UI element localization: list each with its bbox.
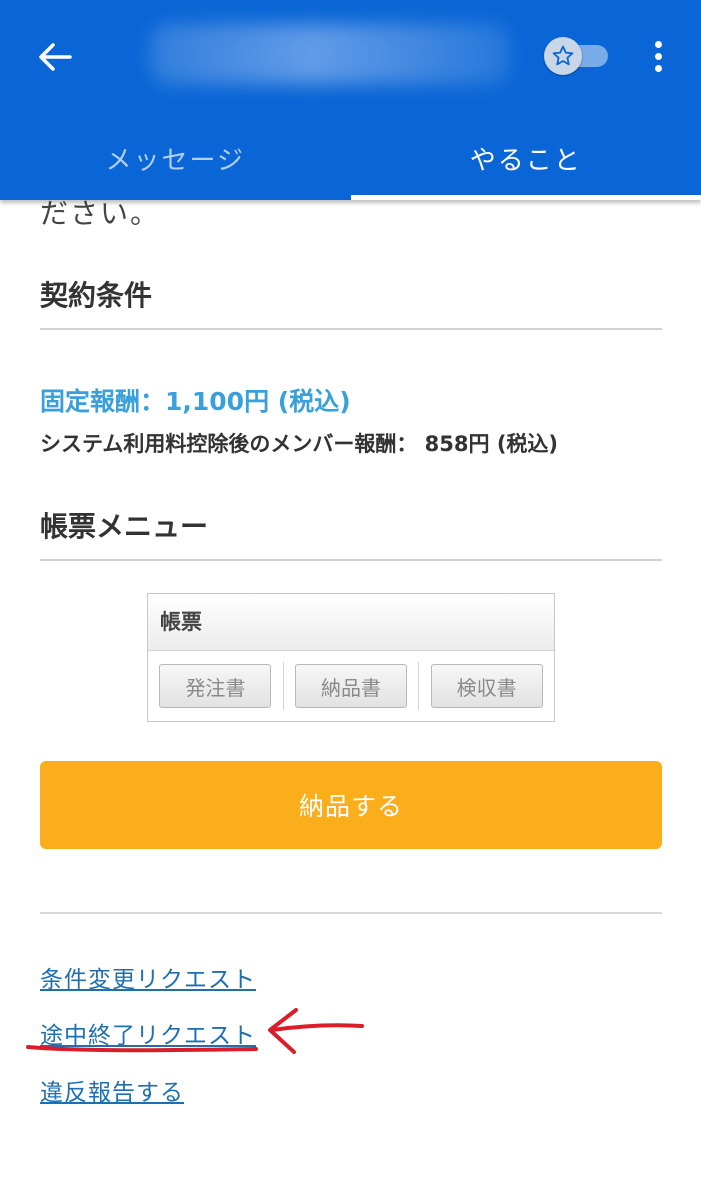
documents-table-header: 帳票 [148, 594, 554, 651]
star-icon [552, 45, 574, 66]
documents-heading: 帳票メニュー [40, 505, 662, 561]
more-menu-button[interactable] [640, 34, 676, 78]
arrow-left-icon [39, 43, 72, 71]
early-end-request-link[interactable]: 途中終了リクエスト [40, 1016, 256, 1050]
deliver-button[interactable]: 納品する [40, 761, 662, 849]
change-request-link[interactable]: 条件変更リクエスト [40, 960, 256, 994]
delivery-note-button[interactable]: 納品書 [295, 664, 407, 708]
favorite-toggle[interactable] [540, 37, 610, 75]
tab-todo[interactable]: やること [350, 116, 701, 200]
documents-button-row: 発注書 納品書 検収書 [148, 651, 554, 721]
toggle-knob [544, 37, 582, 75]
divider [40, 912, 662, 914]
documents-table: 帳票 発注書 納品書 検収書 [147, 593, 555, 722]
member-fee: システム利用料控除後のメンバー報酬： 858円 (税込) [40, 432, 559, 456]
back-button[interactable] [30, 32, 80, 82]
order-form-button[interactable]: 発注書 [159, 664, 272, 708]
more-vertical-icon [654, 40, 662, 48]
acceptance-form-button[interactable]: 検収書 [430, 664, 543, 708]
contract-heading: 契約条件 [40, 274, 662, 330]
tab-todo-label: やること [469, 145, 582, 176]
tab-messages[interactable]: メッセージ [0, 116, 351, 200]
fixed-fee: 固定報酬：1,100円 (税込) [40, 387, 351, 416]
red-arrow-icon [268, 1008, 364, 1054]
tab-bar: メッセージ やること [0, 116, 701, 200]
tab-messages-label: メッセージ [105, 145, 245, 176]
app-bar: メッセージ やること [0, 0, 701, 200]
report-violation-link[interactable]: 違反報告する [40, 1073, 184, 1107]
active-tab-indicator [350, 195, 701, 200]
page-title [150, 24, 510, 84]
